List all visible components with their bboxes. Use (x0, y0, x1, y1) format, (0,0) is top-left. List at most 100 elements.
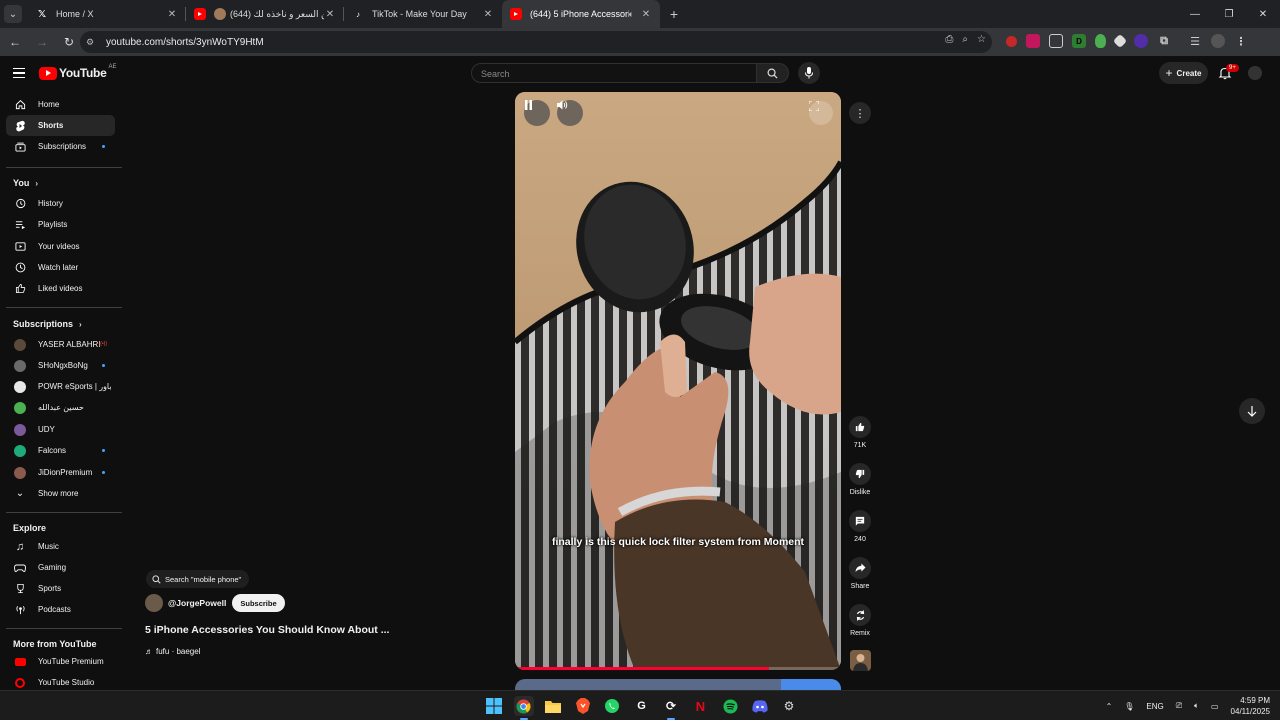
extension-diamond-icon[interactable] (1112, 33, 1128, 49)
sidebar-channel[interactable]: YASER ALBAHRI ((•)) (6, 334, 115, 355)
browser-menu-icon[interactable]: ⋮ (1234, 34, 1248, 48)
sidebar-channel[interactable]: Falcons (6, 440, 115, 461)
channel-avatar[interactable] (145, 594, 163, 612)
sync-app-icon[interactable]: ⟳ (661, 696, 681, 720)
new-tab-button[interactable]: + (664, 6, 684, 22)
audio-track[interactable]: ♬ fufu · baegel (145, 647, 200, 656)
channel-name[interactable]: @JorgePowell (168, 598, 226, 608)
profile-avatar-icon[interactable] (1211, 34, 1225, 48)
comments-button[interactable] (849, 510, 871, 532)
sidebar-channel[interactable]: POWR eSports | باور (6, 376, 115, 397)
system-tool-icon[interactable]: ⚙︎ (779, 696, 799, 716)
tab-youtube-arabic[interactable]: (644) حمن السعر و ناخذه لك ✕ (186, 0, 344, 28)
sidebar-channel[interactable]: JiDionPremium (6, 462, 115, 483)
sidebar-item-youtube-premium[interactable]: YouTube Premium (6, 651, 115, 672)
extension-shield-icon[interactable] (1095, 34, 1106, 48)
sidebar-item-sports[interactable]: Sports (6, 578, 115, 599)
video-progress-bar[interactable] (515, 667, 841, 670)
search-button[interactable] (756, 63, 789, 83)
search-input[interactable] (481, 69, 741, 79)
tray-overflow-icon[interactable]: ⌃ (1106, 702, 1113, 711)
g-app-icon[interactable]: G (632, 696, 652, 716)
bookmark-star-icon[interactable]: ☆ (977, 34, 986, 45)
sidebar-item-shorts[interactable]: Shorts (6, 115, 115, 136)
more-options-button[interactable]: ⋮ (849, 102, 871, 124)
extension-pink-icon[interactable] (1026, 34, 1040, 48)
whatsapp-icon[interactable] (602, 696, 622, 716)
remix-button[interactable] (849, 604, 871, 626)
tab-tiktok[interactable]: ♪ TikTok - Make Your Day ✕ (344, 0, 502, 28)
display-icon[interactable]: ⎚ (1176, 701, 1182, 711)
brave-icon[interactable] (573, 696, 593, 716)
battery-icon[interactable]: ▭ (1211, 702, 1219, 711)
sidebar-channel[interactable]: SHoNgxBoNg (6, 355, 115, 376)
close-icon[interactable]: ✕ (166, 9, 178, 20)
extension-red-icon[interactable] (1006, 35, 1017, 47)
tab-iphone-accessories[interactable]: (644) 5 iPhone Accessories 🔈︎ ✕ (502, 0, 660, 28)
close-window-icon[interactable]: ✕ (1246, 0, 1280, 28)
speaker-icon[interactable]: 🔈︎ (629, 9, 634, 20)
dislike-button[interactable] (849, 463, 871, 485)
close-icon[interactable]: ✕ (324, 9, 336, 20)
volume-button[interactable] (557, 100, 583, 126)
volume-tray-icon[interactable]: 🔈︎ (1194, 701, 1199, 711)
zoom-icon[interactable]: ⌕ (962, 34, 968, 45)
account-avatar[interactable] (1248, 66, 1262, 80)
related-search-chip[interactable]: Search "mobile phone" (146, 570, 250, 588)
sidebar-item-history[interactable]: History (6, 193, 115, 214)
fullscreen-button[interactable] (809, 101, 833, 125)
voice-search-button[interactable] (798, 62, 820, 84)
address-bar[interactable]: ⚙︎ youtube.com/shorts/3ynWoTY9HtM ⎙ ⌕ ☆ (80, 31, 992, 53)
create-button[interactable]: + Create (1159, 62, 1208, 84)
install-app-icon[interactable]: ⎙ (945, 34, 953, 45)
restore-icon[interactable]: ❐ (1212, 0, 1246, 28)
sidebar-item-your-videos[interactable]: Your videos (6, 236, 115, 257)
extensions-puzzle-icon[interactable]: ⧉ (1157, 34, 1171, 48)
sidebar-item-home[interactable]: Home (6, 94, 115, 115)
shorts-video-player[interactable]: finally is this quick lock filter system… (515, 92, 841, 670)
microphone-tray-icon[interactable]: 🎙︎ (1124, 702, 1134, 711)
sidebar-item-subscriptions[interactable]: Subscriptions (6, 136, 115, 157)
share-button[interactable] (849, 557, 871, 579)
sound-thumbnail[interactable] (850, 650, 871, 671)
extension-d-icon[interactable]: D (1072, 34, 1086, 48)
input-language[interactable]: ENG (1146, 702, 1163, 711)
discord-icon[interactable] (750, 696, 770, 716)
like-button[interactable] (849, 416, 871, 438)
close-icon[interactable]: ✕ (482, 9, 494, 20)
sidebar-item-gaming[interactable]: Gaming (6, 557, 115, 578)
clock[interactable]: 4:59 PM 04/11/2025 (1231, 695, 1270, 717)
youtube-logo[interactable]: YouTube AE (39, 64, 116, 80)
pause-button[interactable] (524, 100, 550, 126)
tab-home-x[interactable]: 𝕏 Home / X ✕ (28, 0, 186, 28)
sidebar-item-liked-videos[interactable]: Liked videos (6, 278, 115, 299)
close-icon[interactable]: ✕ (640, 9, 652, 20)
minimize-icon[interactable]: — (1178, 0, 1212, 28)
sidebar-item-playlists[interactable]: Playlists (6, 214, 115, 235)
chrome-icon[interactable] (513, 696, 534, 720)
sidebar-heading-subscriptions[interactable]: Subscriptions › (13, 319, 82, 329)
next-short-button[interactable] (1239, 398, 1265, 424)
windows-start-icon[interactable] (484, 696, 504, 716)
media-controls-icon[interactable]: ☰ (1188, 34, 1202, 48)
spotify-icon[interactable] (720, 696, 740, 716)
netflix-icon[interactable]: N (691, 696, 711, 716)
hamburger-menu-icon[interactable] (13, 68, 25, 78)
extension-eye-icon[interactable] (1134, 34, 1148, 48)
forward-button[interactable]: → (30, 30, 54, 54)
subscribe-button[interactable]: Subscribe (232, 594, 285, 612)
reload-button[interactable]: ↻ (57, 30, 81, 54)
sidebar-show-more[interactable]: ⌄ Show more (6, 483, 115, 504)
back-button[interactable]: ← (3, 30, 27, 54)
sidebar-item-podcasts[interactable]: Podcasts (6, 599, 115, 620)
short-title[interactable]: 5 iPhone Accessories You Should Know Abo… (145, 624, 389, 636)
site-info-icon[interactable]: ⚙︎ (86, 37, 102, 48)
file-explorer-icon[interactable] (543, 696, 563, 716)
sidebar-item-music[interactable]: ♫ Music (6, 536, 115, 557)
sidebar-channel[interactable]: حسين عبدالله (6, 397, 115, 418)
extension-grid-icon[interactable] (1049, 34, 1063, 48)
tab-search-button[interactable]: ⌄ (4, 5, 22, 23)
sidebar-channel[interactable]: UDY (6, 419, 115, 440)
next-short-preview[interactable] (515, 679, 841, 690)
sidebar-heading-you[interactable]: You › (13, 178, 38, 188)
